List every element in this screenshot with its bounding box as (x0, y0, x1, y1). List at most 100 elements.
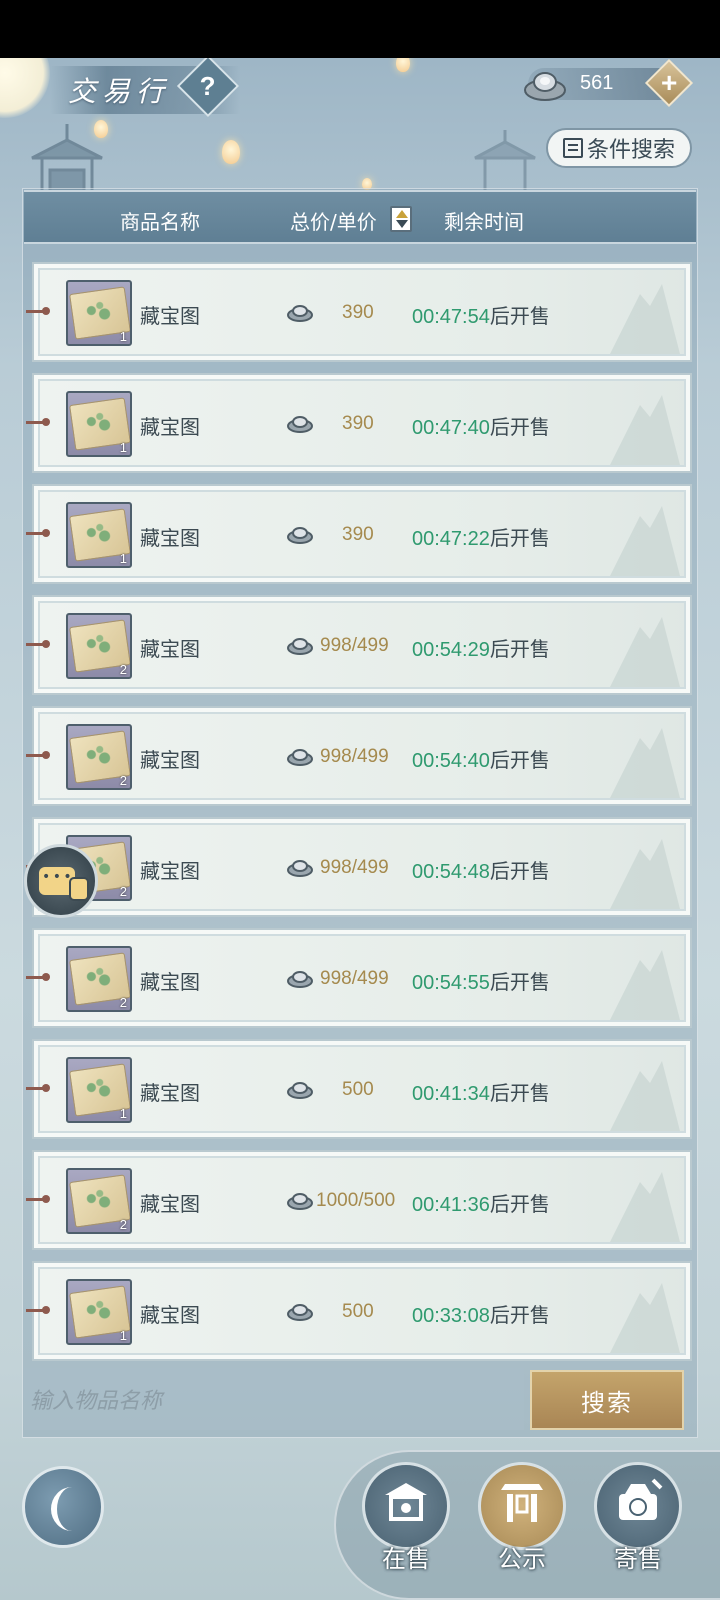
countdown-suffix: 后开售 (489, 637, 550, 661)
filter-search-label: 条件搜索 (586, 138, 675, 163)
item-time-remaining: 00:33:08后开售 (412, 1299, 550, 1328)
mountain-decoration (610, 839, 680, 909)
countdown: 00:33:08 (412, 1305, 490, 1327)
item-price: 1000/500 (316, 1190, 396, 1211)
listing-row[interactable]: 2 藏宝图 998/499 00:54:29后开售 (26, 595, 692, 695)
countdown: 00:54:48 (412, 861, 490, 883)
item-name: 藏宝图 (140, 859, 200, 883)
item-name: 藏宝图 (140, 304, 200, 328)
item-name: 藏宝图 (140, 1192, 200, 1216)
pin-decoration (26, 751, 50, 759)
plus-icon: + (660, 66, 678, 98)
listing-row[interactable]: 1 藏宝图 390 00:47:54后开售 (26, 262, 692, 362)
countdown-suffix: 后开售 (489, 526, 550, 550)
item-search-input[interactable]: 输入物品名称 (24, 1368, 524, 1430)
back-button[interactable] (22, 1466, 104, 1548)
trading-house-screen: 交易行 ? 561 + 条件搜索 商品名称 总价/单价 剩余时间 1 藏宝图 390… (0, 58, 720, 1600)
listing-row[interactable]: 1 藏宝图 500 00:41:34后开售 (26, 1039, 692, 1139)
item-time-remaining: 00:54:29后开售 (412, 633, 550, 662)
column-header: 商品名称 总价/单价 剩余时间 (24, 190, 696, 244)
item-name: 藏宝图 (140, 970, 200, 994)
item-quantity: 1 (119, 1106, 127, 1121)
item-price: 500 (342, 1301, 374, 1322)
pin-decoration (26, 1084, 50, 1092)
item-quantity: 1 (119, 1328, 127, 1343)
listing-row[interactable]: 1 藏宝图 390 00:47:40后开售 (26, 373, 692, 473)
item-quantity: 1 (119, 329, 127, 344)
tab-on-sale-label: 在售 (382, 1545, 430, 1573)
item-price: 998/499 (320, 635, 389, 656)
item-time-remaining: 00:54:55后开售 (412, 966, 550, 995)
sort-icon[interactable] (390, 206, 412, 232)
item-time-remaining: 00:47:40后开售 (412, 411, 550, 440)
item-quantity: 1 (119, 551, 127, 566)
item-quantity: 2 (119, 884, 127, 899)
listing-row[interactable]: 2 藏宝图 998/499 00:54:40后开售 (26, 706, 692, 806)
item-price: 390 (342, 413, 374, 434)
item-slot[interactable]: 2 (66, 613, 132, 679)
listing-row[interactable]: 1 藏宝图 390 00:47:22后开售 (26, 484, 692, 584)
silver-ingot-icon (287, 749, 313, 766)
listing-row[interactable]: 2 藏宝图 998/499 00:54:55后开售 (26, 928, 692, 1028)
mountain-decoration (610, 1061, 680, 1131)
item-quantity: 2 (119, 662, 127, 677)
tab-public-notice-label: 公示 (498, 1545, 546, 1573)
silver-ingot-icon (287, 638, 313, 655)
tab-consign-label: 寄售 (614, 1545, 662, 1573)
countdown: 00:41:34 (412, 1083, 490, 1105)
item-slot[interactable]: 1 (66, 280, 132, 346)
mountain-decoration (610, 950, 680, 1020)
countdown-suffix: 后开售 (489, 1192, 550, 1216)
mountain-decoration (610, 506, 680, 576)
countdown: 00:54:55 (412, 972, 490, 994)
silver-ingot-icon (287, 1082, 313, 1099)
item-time-remaining: 00:54:48后开售 (412, 855, 550, 884)
item-price: 500 (342, 1079, 374, 1100)
item-quantity: 1 (119, 440, 127, 455)
listing-row[interactable]: 1 藏宝图 500 00:33:08后开售 (26, 1261, 692, 1361)
listing-row[interactable]: 2 藏宝图 998/499 00:54:48后开售 (26, 817, 692, 917)
item-price: 390 (342, 302, 374, 323)
tab-on-sale[interactable]: 在售 (362, 1462, 450, 1573)
listing-row[interactable]: 2 藏宝图 1000/500 00:41:36后开售 (26, 1150, 692, 1250)
pavilion-icon (385, 1483, 427, 1522)
mountain-decoration (610, 728, 680, 798)
mountain-decoration (610, 395, 680, 465)
item-time-remaining: 00:47:22后开售 (412, 522, 550, 551)
item-slot[interactable]: 1 (66, 502, 132, 568)
countdown-suffix: 后开售 (489, 1303, 550, 1327)
item-price: 998/499 (320, 968, 389, 989)
countdown: 00:47:40 (412, 417, 490, 439)
tab-consign[interactable]: 寄售 (594, 1462, 682, 1573)
pin-decoration (26, 640, 50, 648)
chat-button[interactable] (24, 844, 98, 918)
item-slot[interactable]: 2 (66, 724, 132, 790)
item-slot[interactable]: 1 (66, 391, 132, 457)
item-time-remaining: 00:54:40后开售 (412, 744, 550, 773)
item-slot[interactable]: 1 (66, 1057, 132, 1123)
gate-icon (501, 1484, 543, 1523)
countdown-suffix: 后开售 (489, 859, 550, 883)
tab-public-notice[interactable]: 公示 (478, 1462, 566, 1573)
silver-ingot-icon (287, 860, 313, 877)
countdown-suffix: 后开售 (489, 1081, 550, 1105)
item-name: 藏宝图 (140, 1081, 200, 1105)
column-price-header[interactable]: 总价/单价 (290, 206, 377, 235)
item-name: 藏宝图 (140, 526, 200, 550)
filter-search-button[interactable]: 条件搜索 (546, 128, 692, 168)
silver-ingot-icon (287, 971, 313, 988)
item-slot[interactable]: 1 (66, 1279, 132, 1345)
search-button[interactable]: 搜索 (530, 1370, 684, 1430)
item-time-remaining: 00:41:36后开售 (412, 1188, 550, 1217)
silver-ingot-icon (287, 305, 313, 322)
countdown-suffix: 后开售 (489, 415, 550, 439)
silver-ingot-icon (524, 72, 566, 101)
mountain-decoration (610, 617, 680, 687)
item-slot[interactable]: 2 (66, 1168, 132, 1234)
chat-bubble-icon (69, 877, 89, 901)
item-slot[interactable]: 2 (66, 946, 132, 1012)
filter-icon (562, 138, 583, 158)
pin-decoration (26, 973, 50, 981)
item-price: 998/499 (320, 746, 389, 767)
silver-ingot-icon (287, 527, 313, 544)
